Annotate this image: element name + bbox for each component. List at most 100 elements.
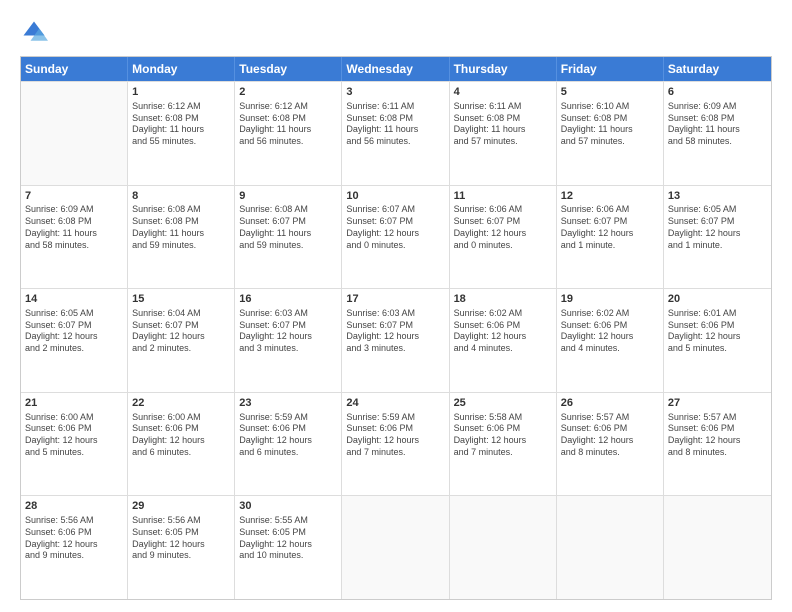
calendar-day-15: 15Sunrise: 6:04 AMSunset: 6:07 PMDayligh… (128, 289, 235, 392)
day-number: 16 (239, 292, 337, 307)
day-info: Sunrise: 5:57 AMSunset: 6:06 PMDaylight:… (668, 412, 767, 459)
calendar-day-1: 1Sunrise: 6:12 AMSunset: 6:08 PMDaylight… (128, 82, 235, 185)
calendar-day-10: 10Sunrise: 6:07 AMSunset: 6:07 PMDayligh… (342, 186, 449, 289)
header-day-sunday: Sunday (21, 57, 128, 81)
calendar-day-20: 20Sunrise: 6:01 AMSunset: 6:06 PMDayligh… (664, 289, 771, 392)
calendar-day-11: 11Sunrise: 6:06 AMSunset: 6:07 PMDayligh… (450, 186, 557, 289)
day-info: Sunrise: 6:04 AMSunset: 6:07 PMDaylight:… (132, 308, 230, 355)
calendar-day-12: 12Sunrise: 6:06 AMSunset: 6:07 PMDayligh… (557, 186, 664, 289)
header-day-tuesday: Tuesday (235, 57, 342, 81)
day-number: 30 (239, 499, 337, 514)
day-info: Sunrise: 6:02 AMSunset: 6:06 PMDaylight:… (454, 308, 552, 355)
day-number: 10 (346, 189, 444, 204)
day-number: 27 (668, 396, 767, 411)
calendar-day-25: 25Sunrise: 5:58 AMSunset: 6:06 PMDayligh… (450, 393, 557, 496)
calendar-empty-cell (450, 496, 557, 599)
day-info: Sunrise: 6:09 AMSunset: 6:08 PMDaylight:… (25, 204, 123, 251)
calendar-day-7: 7Sunrise: 6:09 AMSunset: 6:08 PMDaylight… (21, 186, 128, 289)
calendar-day-2: 2Sunrise: 6:12 AMSunset: 6:08 PMDaylight… (235, 82, 342, 185)
day-info: Sunrise: 6:05 AMSunset: 6:07 PMDaylight:… (25, 308, 123, 355)
day-number: 17 (346, 292, 444, 307)
logo (20, 18, 52, 46)
header-day-thursday: Thursday (450, 57, 557, 81)
calendar-day-27: 27Sunrise: 5:57 AMSunset: 6:06 PMDayligh… (664, 393, 771, 496)
day-info: Sunrise: 6:12 AMSunset: 6:08 PMDaylight:… (239, 101, 337, 148)
day-number: 1 (132, 85, 230, 100)
page: SundayMondayTuesdayWednesdayThursdayFrid… (0, 0, 792, 612)
day-number: 23 (239, 396, 337, 411)
calendar-day-26: 26Sunrise: 5:57 AMSunset: 6:06 PMDayligh… (557, 393, 664, 496)
day-info: Sunrise: 6:03 AMSunset: 6:07 PMDaylight:… (346, 308, 444, 355)
calendar-day-18: 18Sunrise: 6:02 AMSunset: 6:06 PMDayligh… (450, 289, 557, 392)
calendar-header: SundayMondayTuesdayWednesdayThursdayFrid… (21, 57, 771, 81)
calendar-day-6: 6Sunrise: 6:09 AMSunset: 6:08 PMDaylight… (664, 82, 771, 185)
day-info: Sunrise: 5:59 AMSunset: 6:06 PMDaylight:… (346, 412, 444, 459)
day-number: 3 (346, 85, 444, 100)
day-info: Sunrise: 6:10 AMSunset: 6:08 PMDaylight:… (561, 101, 659, 148)
header-day-monday: Monday (128, 57, 235, 81)
day-number: 15 (132, 292, 230, 307)
header-day-saturday: Saturday (664, 57, 771, 81)
day-info: Sunrise: 6:06 AMSunset: 6:07 PMDaylight:… (561, 204, 659, 251)
day-number: 28 (25, 499, 123, 514)
calendar-week-1: 1Sunrise: 6:12 AMSunset: 6:08 PMDaylight… (21, 81, 771, 185)
calendar-day-17: 17Sunrise: 6:03 AMSunset: 6:07 PMDayligh… (342, 289, 449, 392)
day-info: Sunrise: 6:03 AMSunset: 6:07 PMDaylight:… (239, 308, 337, 355)
day-number: 14 (25, 292, 123, 307)
day-info: Sunrise: 6:11 AMSunset: 6:08 PMDaylight:… (346, 101, 444, 148)
day-info: Sunrise: 5:59 AMSunset: 6:06 PMDaylight:… (239, 412, 337, 459)
calendar-day-4: 4Sunrise: 6:11 AMSunset: 6:08 PMDaylight… (450, 82, 557, 185)
day-number: 22 (132, 396, 230, 411)
calendar-empty-cell (21, 82, 128, 185)
calendar-day-30: 30Sunrise: 5:55 AMSunset: 6:05 PMDayligh… (235, 496, 342, 599)
day-info: Sunrise: 6:05 AMSunset: 6:07 PMDaylight:… (668, 204, 767, 251)
calendar-day-19: 19Sunrise: 6:02 AMSunset: 6:06 PMDayligh… (557, 289, 664, 392)
day-number: 4 (454, 85, 552, 100)
day-info: Sunrise: 6:08 AMSunset: 6:07 PMDaylight:… (239, 204, 337, 251)
day-number: 20 (668, 292, 767, 307)
day-number: 8 (132, 189, 230, 204)
calendar-day-23: 23Sunrise: 5:59 AMSunset: 6:06 PMDayligh… (235, 393, 342, 496)
calendar-day-13: 13Sunrise: 6:05 AMSunset: 6:07 PMDayligh… (664, 186, 771, 289)
day-number: 26 (561, 396, 659, 411)
day-info: Sunrise: 6:08 AMSunset: 6:08 PMDaylight:… (132, 204, 230, 251)
day-info: Sunrise: 6:06 AMSunset: 6:07 PMDaylight:… (454, 204, 552, 251)
day-info: Sunrise: 5:58 AMSunset: 6:06 PMDaylight:… (454, 412, 552, 459)
day-number: 13 (668, 189, 767, 204)
calendar: SundayMondayTuesdayWednesdayThursdayFrid… (20, 56, 772, 600)
day-info: Sunrise: 6:00 AMSunset: 6:06 PMDaylight:… (132, 412, 230, 459)
day-info: Sunrise: 6:02 AMSunset: 6:06 PMDaylight:… (561, 308, 659, 355)
day-info: Sunrise: 6:12 AMSunset: 6:08 PMDaylight:… (132, 101, 230, 148)
day-number: 7 (25, 189, 123, 204)
day-number: 2 (239, 85, 337, 100)
day-number: 19 (561, 292, 659, 307)
calendar-empty-cell (557, 496, 664, 599)
calendar-day-22: 22Sunrise: 6:00 AMSunset: 6:06 PMDayligh… (128, 393, 235, 496)
calendar-week-3: 14Sunrise: 6:05 AMSunset: 6:07 PMDayligh… (21, 288, 771, 392)
day-info: Sunrise: 6:00 AMSunset: 6:06 PMDaylight:… (25, 412, 123, 459)
calendar-day-24: 24Sunrise: 5:59 AMSunset: 6:06 PMDayligh… (342, 393, 449, 496)
header (20, 18, 772, 46)
header-day-friday: Friday (557, 57, 664, 81)
day-number: 11 (454, 189, 552, 204)
day-info: Sunrise: 5:56 AMSunset: 6:06 PMDaylight:… (25, 515, 123, 562)
day-number: 12 (561, 189, 659, 204)
day-number: 5 (561, 85, 659, 100)
day-number: 24 (346, 396, 444, 411)
calendar-day-28: 28Sunrise: 5:56 AMSunset: 6:06 PMDayligh… (21, 496, 128, 599)
calendar-day-3: 3Sunrise: 6:11 AMSunset: 6:08 PMDaylight… (342, 82, 449, 185)
day-info: Sunrise: 5:57 AMSunset: 6:06 PMDaylight:… (561, 412, 659, 459)
calendar-week-5: 28Sunrise: 5:56 AMSunset: 6:06 PMDayligh… (21, 495, 771, 599)
day-number: 29 (132, 499, 230, 514)
calendar-day-8: 8Sunrise: 6:08 AMSunset: 6:08 PMDaylight… (128, 186, 235, 289)
header-day-wednesday: Wednesday (342, 57, 449, 81)
day-info: Sunrise: 6:09 AMSunset: 6:08 PMDaylight:… (668, 101, 767, 148)
day-info: Sunrise: 6:07 AMSunset: 6:07 PMDaylight:… (346, 204, 444, 251)
calendar-day-16: 16Sunrise: 6:03 AMSunset: 6:07 PMDayligh… (235, 289, 342, 392)
day-number: 21 (25, 396, 123, 411)
day-number: 18 (454, 292, 552, 307)
day-number: 6 (668, 85, 767, 100)
calendar-day-9: 9Sunrise: 6:08 AMSunset: 6:07 PMDaylight… (235, 186, 342, 289)
calendar-week-4: 21Sunrise: 6:00 AMSunset: 6:06 PMDayligh… (21, 392, 771, 496)
calendar-day-5: 5Sunrise: 6:10 AMSunset: 6:08 PMDaylight… (557, 82, 664, 185)
